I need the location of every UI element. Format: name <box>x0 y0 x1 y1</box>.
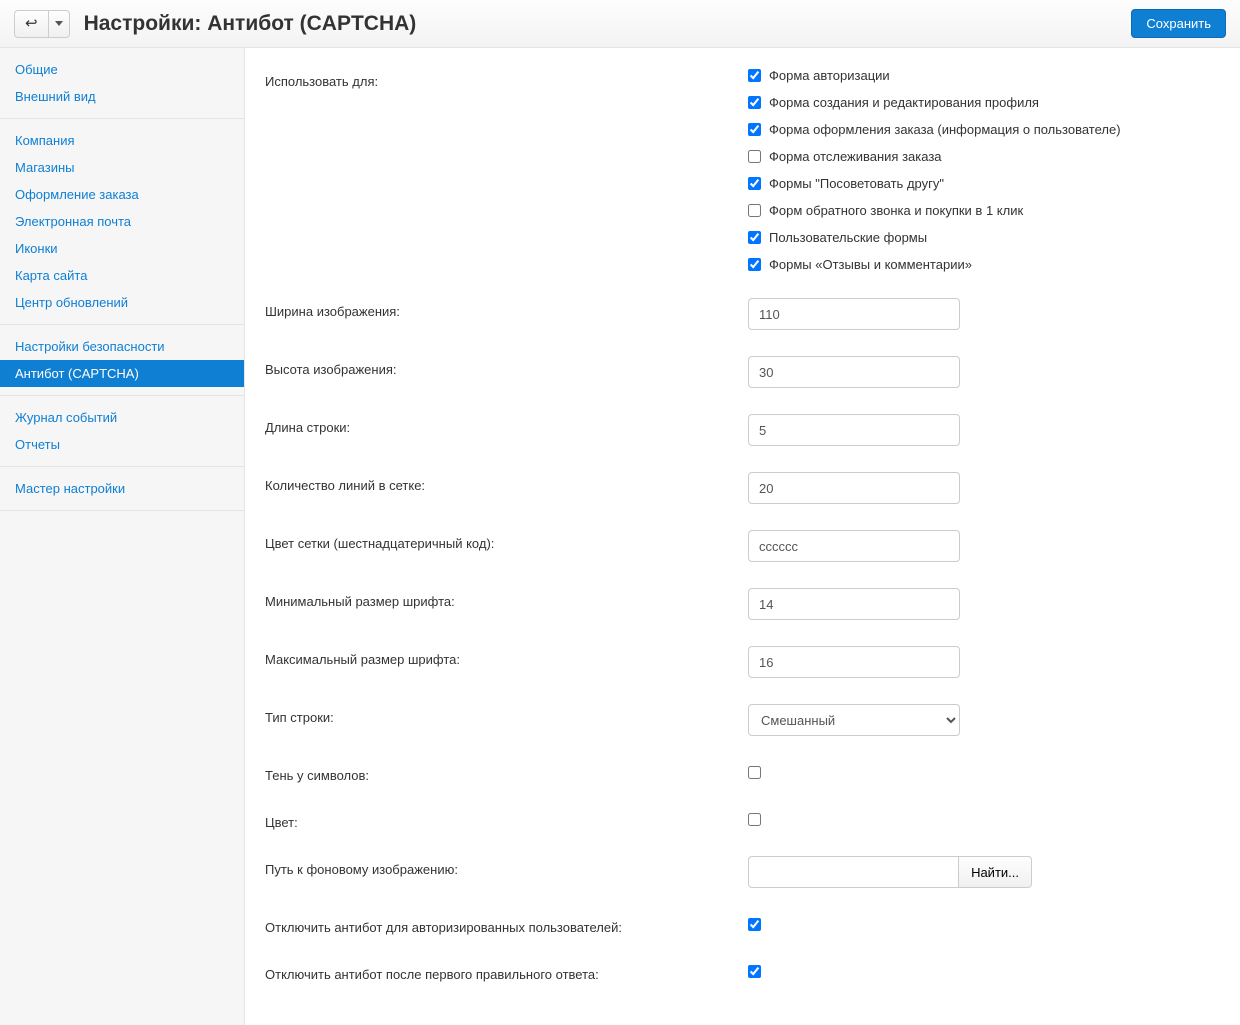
label-image-height: Высота изображения: <box>265 356 748 377</box>
sidebar-item[interactable]: Отчеты <box>0 431 244 458</box>
label-grid-color: Цвет сетки (шестнадцатеричный код): <box>265 530 748 551</box>
sidebar-item[interactable]: Компания <box>0 127 244 154</box>
bg-image-group: Найти... <box>748 856 1032 888</box>
label-disable-auth: Отключить антибот для авторизированных п… <box>265 914 748 935</box>
use-for-option[interactable]: Форма авторизации <box>748 68 1220 83</box>
row-image-width: Ширина изображения: <box>265 298 1220 330</box>
color-checkbox[interactable] <box>748 813 761 826</box>
use-for-label: Форма авторизации <box>769 68 890 83</box>
sidebar: ОбщиеВнешний видКомпанияМагазиныОформлен… <box>0 48 245 1025</box>
label-disable-after: Отключить антибот после первого правильн… <box>265 961 748 982</box>
row-max-font: Максимальный размер шрифта: <box>265 646 1220 678</box>
save-button[interactable]: Сохранить <box>1131 9 1226 38</box>
use-for-label: Форма отслеживания заказа <box>769 149 942 164</box>
use-for-checkbox[interactable] <box>748 204 761 217</box>
page-title: Настройки: Антибот (CAPTCHA) <box>84 12 417 36</box>
use-for-option[interactable]: Форм обратного звонка и покупки в 1 клик <box>748 203 1220 218</box>
sidebar-item[interactable]: Настройки безопасности <box>0 333 244 360</box>
sidebar-item[interactable]: Внешний вид <box>0 83 244 110</box>
use-for-checkbox[interactable] <box>748 123 761 136</box>
use-for-option[interactable]: Формы «Отзывы и комментарии» <box>748 257 1220 272</box>
sidebar-item[interactable]: Электронная почта <box>0 208 244 235</box>
disable-after-checkbox[interactable] <box>748 965 761 978</box>
use-for-checkbox[interactable] <box>748 231 761 244</box>
use-for-option[interactable]: Форма оформления заказа (информация о по… <box>748 122 1220 137</box>
row-grid-color: Цвет сетки (шестнадцатеричный код): <box>265 530 1220 562</box>
use-for-checkbox[interactable] <box>748 69 761 82</box>
image-width-input[interactable] <box>748 298 960 330</box>
max-font-input[interactable] <box>748 646 960 678</box>
label-min-font: Минимальный размер шрифта: <box>265 588 748 609</box>
row-use-for: Использовать для: Форма авторизацииФорма… <box>265 68 1220 272</box>
label-string-type: Тип строки: <box>265 704 748 725</box>
label-grid-lines: Количество линий в сетке: <box>265 472 748 493</box>
use-for-options: Форма авторизации Форма создания и редакт… <box>748 68 1220 272</box>
label-bg-image: Путь к фоновому изображению: <box>265 856 748 877</box>
min-font-input[interactable] <box>748 588 960 620</box>
sidebar-item[interactable]: Антибот (CAPTCHA) <box>0 360 244 387</box>
grid-lines-input[interactable] <box>748 472 960 504</box>
use-for-option[interactable]: Формы "Посоветовать другу" <box>748 176 1220 191</box>
bg-image-input[interactable] <box>748 856 958 888</box>
browse-button[interactable]: Найти... <box>958 856 1032 888</box>
image-height-input[interactable] <box>748 356 960 388</box>
use-for-label: Формы "Посоветовать другу" <box>769 176 944 191</box>
row-bg-image: Путь к фоновому изображению: Найти... <box>265 856 1220 888</box>
use-for-label: Пользовательские формы <box>769 230 927 245</box>
row-min-font: Минимальный размер шрифта: <box>265 588 1220 620</box>
row-disable-auth: Отключить антибот для авторизированных п… <box>265 914 1220 935</box>
sidebar-item[interactable]: Карта сайта <box>0 262 244 289</box>
sidebar-group: Мастер настройки <box>0 467 244 511</box>
sidebar-item[interactable]: Оформление заказа <box>0 181 244 208</box>
use-for-checkbox[interactable] <box>748 150 761 163</box>
row-string-type: Тип строки: Смешанный <box>265 704 1220 736</box>
label-string-length: Длина строки: <box>265 414 748 435</box>
content: Использовать для: Форма авторизацииФорма… <box>245 48 1240 1025</box>
use-for-option[interactable]: Форма отслеживания заказа <box>748 149 1220 164</box>
use-for-option[interactable]: Форма создания и редактирования профиля <box>748 95 1220 110</box>
row-string-length: Длина строки: <box>265 414 1220 446</box>
char-shadow-checkbox[interactable] <box>748 766 761 779</box>
grid-color-input[interactable] <box>748 530 960 562</box>
sidebar-item[interactable]: Центр обновлений <box>0 289 244 316</box>
label-color: Цвет: <box>265 809 748 830</box>
row-image-height: Высота изображения: <box>265 356 1220 388</box>
row-color: Цвет: <box>265 809 1220 830</box>
sidebar-group: КомпанияМагазиныОформление заказаЭлектро… <box>0 119 244 325</box>
sidebar-item[interactable]: Общие <box>0 56 244 83</box>
label-image-width: Ширина изображения: <box>265 298 748 319</box>
disable-auth-checkbox[interactable] <box>748 918 761 931</box>
chevron-down-icon <box>55 21 63 26</box>
use-for-label: Формы «Отзывы и комментарии» <box>769 257 972 272</box>
use-for-checkbox[interactable] <box>748 258 761 271</box>
sidebar-item[interactable]: Магазины <box>0 154 244 181</box>
row-char-shadow: Тень у символов: <box>265 762 1220 783</box>
string-type-select[interactable]: Смешанный <box>748 704 960 736</box>
use-for-option[interactable]: Пользовательские формы <box>748 230 1220 245</box>
use-for-label: Форма создания и редактирования профиля <box>769 95 1039 110</box>
topbar-left: ↩ Настройки: Антибот (CAPTCHA) <box>14 10 416 38</box>
sidebar-item[interactable]: Мастер настройки <box>0 475 244 502</box>
label-use-for: Использовать для: <box>265 68 748 89</box>
back-dropdown-button[interactable] <box>48 10 70 38</box>
use-for-label: Форма оформления заказа (информация о по… <box>769 122 1121 137</box>
back-icon: ↩ <box>25 16 38 31</box>
label-max-font: Максимальный размер шрифта: <box>265 646 748 667</box>
row-grid-lines: Количество линий в сетке: <box>265 472 1220 504</box>
label-char-shadow: Тень у символов: <box>265 762 748 783</box>
sidebar-item[interactable]: Иконки <box>0 235 244 262</box>
back-button-group: ↩ <box>14 10 70 38</box>
sidebar-group: Настройки безопасностиАнтибот (CAPTCHA) <box>0 325 244 396</box>
row-disable-after: Отключить антибот после первого правильн… <box>265 961 1220 982</box>
string-length-input[interactable] <box>748 414 960 446</box>
main: ОбщиеВнешний видКомпанияМагазиныОформлен… <box>0 48 1240 1025</box>
use-for-checkbox[interactable] <box>748 177 761 190</box>
sidebar-group: Журнал событийОтчеты <box>0 396 244 467</box>
use-for-label: Форм обратного звонка и покупки в 1 клик <box>769 203 1023 218</box>
use-for-checkbox[interactable] <box>748 96 761 109</box>
sidebar-item[interactable]: Журнал событий <box>0 404 244 431</box>
sidebar-group: ОбщиеВнешний вид <box>0 48 244 119</box>
topbar: ↩ Настройки: Антибот (CAPTCHA) Сохранить <box>0 0 1240 48</box>
back-button[interactable]: ↩ <box>14 10 49 38</box>
